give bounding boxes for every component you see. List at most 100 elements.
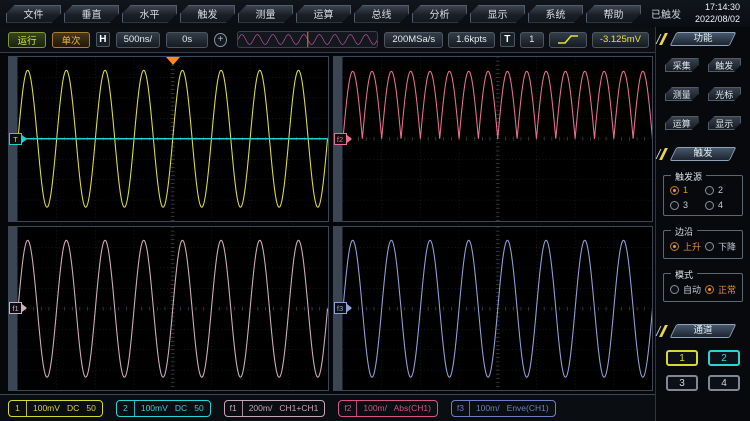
radio-label: 4 [718, 200, 723, 210]
sample-rate-button[interactable]: 200MSa/s [384, 32, 443, 48]
channel-1-button[interactable]: 1 [666, 350, 698, 366]
f1-marker-arrow [22, 304, 27, 312]
f2-waveform [343, 57, 653, 221]
f3-badge-id: f3 [452, 403, 469, 413]
channel-2-button[interactable]: 2 [708, 350, 740, 366]
menu-horizontal[interactable]: 水平 [122, 5, 177, 23]
trigger-source-radio-3[interactable]: 3 [670, 200, 703, 210]
func-measure-button[interactable]: 测量 [665, 87, 699, 101]
trigger-level-marker[interactable]: T [9, 133, 27, 145]
f1-channel-marker[interactable]: f1 [9, 302, 27, 314]
menu-system[interactable]: 系统 [528, 5, 583, 23]
f1-status-badge[interactable]: f1 200m/ CH1+CH1 [224, 400, 326, 417]
trigger-source-group: 触发源 1 2 3 4 [663, 175, 743, 216]
clock: 17:14:30 2022/08/02 [695, 2, 740, 25]
header-slash-icon [659, 325, 668, 337]
menu-math[interactable]: 运算 [296, 5, 351, 23]
badge-divider [26, 401, 27, 416]
badge-divider [356, 401, 357, 416]
ch2-badge-text: 100mV DC 50 [135, 403, 210, 413]
trigger-badge: T [500, 32, 515, 47]
ch2-status-badge[interactable]: 2 100mV DC 50 [116, 400, 211, 417]
menu-vertical[interactable]: 垂直 [64, 5, 119, 23]
radio-icon [670, 285, 679, 294]
trigger-position-marker[interactable] [166, 57, 180, 65]
trigger-mode-group-label: 模式 [671, 268, 697, 281]
radio-label: 2 [718, 185, 723, 195]
f2-channel-marker[interactable]: f2 [334, 133, 352, 145]
f2-marker-arrow [347, 135, 352, 143]
scope-display-area: T f2 [0, 53, 655, 394]
channel-4-button[interactable]: 4 [708, 375, 740, 391]
trigger-mode-group: 模式 自动 正常 [663, 273, 743, 302]
f1-waveform [18, 227, 328, 391]
function-section-header: 功能 [673, 32, 733, 46]
scope-view-f1: f1 [8, 226, 329, 392]
func-trigger-button[interactable]: 触发 [708, 58, 742, 72]
menu-help[interactable]: 帮助 [586, 5, 641, 23]
radio-label: 上升 [683, 240, 701, 253]
ch1-waveform [18, 57, 328, 221]
f3-badge-text: 100m/ Enve(CH1) [470, 403, 555, 413]
trigger-edge-group-label: 边沿 [671, 225, 697, 238]
trigger-readout-cluster: 200MSa/s 1.6kpts T 1 -3.125mV [384, 32, 649, 48]
ch1-badge-text: 100mV DC 50 [27, 403, 102, 413]
menu-display[interactable]: 显示 [470, 5, 525, 23]
trigger-level-marker-arrow [22, 135, 27, 143]
trigger-level-button[interactable]: -3.125mV [592, 32, 649, 48]
scope-view-ch1: T [8, 56, 329, 222]
edge-rising-radio[interactable]: 上升 [670, 240, 703, 253]
record-length-button[interactable]: 1.6kpts [448, 32, 495, 48]
rising-edge-icon[interactable] [549, 32, 587, 48]
preview-waveform [238, 32, 378, 47]
channel-3-button[interactable]: 3 [666, 375, 698, 391]
timebase-button[interactable]: 500ns/ [116, 32, 161, 48]
zoom-in-icon[interactable]: + [214, 33, 227, 47]
func-cursor-button[interactable]: 光标 [708, 87, 742, 101]
func-acquire-button[interactable]: 采集 [665, 58, 699, 72]
func-display-button[interactable]: 显示 [708, 116, 742, 130]
single-button[interactable]: 单次 [52, 32, 90, 48]
mode-auto-radio[interactable]: 自动 [670, 283, 703, 296]
channel-status-bar: 1 100mV DC 50 2 100mV DC 50 f1 200m/ CH1… [0, 394, 655, 421]
menu-trigger[interactable]: 触发 [180, 5, 235, 23]
header-slash-icon [659, 33, 668, 45]
f2-badge-id: f2 [339, 403, 356, 413]
header-slash-icon [659, 148, 668, 160]
scope-view-f3: f3 [333, 226, 654, 392]
scope-view-f2: f2 [333, 56, 654, 222]
trigger-source-radio-1[interactable]: 1 [670, 185, 703, 195]
horizontal-offset-button[interactable]: 0s [166, 32, 208, 48]
trigger-section-header: 触发 [673, 147, 733, 161]
channel-section-header: 通道 [673, 324, 733, 338]
f1-badge-text: 200m/ CH1+CH1 [243, 403, 325, 413]
f2-marker-label: f2 [334, 133, 347, 145]
trigger-header-label: 触发 [673, 147, 733, 161]
trigger-source-radio-2[interactable]: 2 [705, 185, 738, 195]
func-math-button[interactable]: 运算 [665, 116, 699, 130]
badge-divider [242, 401, 243, 416]
time-text: 17:14:30 [695, 2, 740, 14]
menu-file[interactable]: 文件 [6, 5, 61, 23]
menu-analyze[interactable]: 分析 [412, 5, 467, 23]
menu-bus[interactable]: 总线 [354, 5, 409, 23]
run-button[interactable]: 运行 [8, 32, 46, 48]
menu-measure[interactable]: 测量 [238, 5, 293, 23]
f3-channel-marker[interactable]: f3 [334, 302, 352, 314]
f3-status-badge[interactable]: f3 100m/ Enve(CH1) [451, 400, 556, 417]
waveform-preview-strip[interactable] [237, 31, 379, 48]
f2-status-badge[interactable]: f2 100m/ Abs(CH1) [338, 400, 438, 417]
edge-falling-radio[interactable]: 下降 [705, 240, 738, 253]
f3-waveform [343, 227, 653, 391]
radio-icon [705, 201, 714, 210]
oscilloscope-app: 文件 垂直 水平 触发 测量 运算 总线 分析 显示 系统 帮助 已触发 17:… [0, 0, 750, 421]
ch1-status-badge[interactable]: 1 100mV DC 50 [8, 400, 103, 417]
f3-plot [343, 227, 653, 391]
f1-badge-id: f1 [225, 403, 242, 413]
mode-normal-radio[interactable]: 正常 [705, 283, 738, 296]
radio-icon [705, 242, 714, 251]
trigger-status-text: 已触发 [651, 6, 681, 21]
f2-plot [343, 57, 653, 221]
trigger-source-radio-4[interactable]: 4 [705, 200, 738, 210]
trigger-source-button[interactable]: 1 [520, 32, 544, 48]
